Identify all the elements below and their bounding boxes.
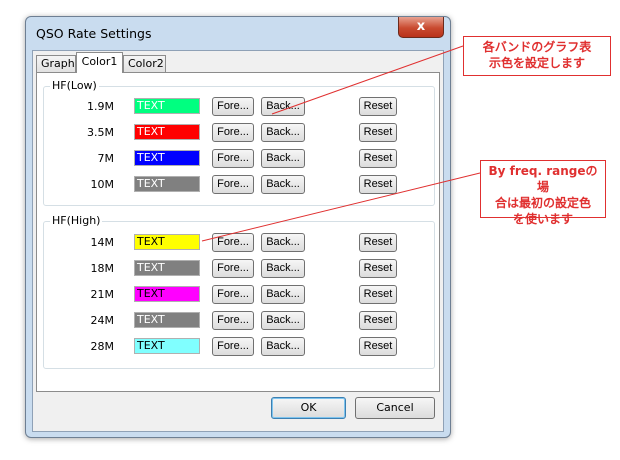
callout-freq-range-line1: By freq. rangeの場	[488, 164, 598, 194]
callout-band-colors-line2: 示色を設定します	[488, 56, 585, 70]
callout-freq-range: By freq. rangeの場 合は最初の設定色 を使います	[480, 160, 606, 226]
callout-freq-range-line3: を使います	[512, 212, 573, 226]
tab-color1[interactable]: Color1	[76, 52, 123, 73]
callout-line-top	[271, 45, 464, 115]
callout-line-bottom	[201, 172, 481, 242]
callout-band-colors: 各バンドのグラフ表 示色を設定します	[463, 36, 611, 76]
tab-color1-label: Color1	[81, 55, 118, 68]
callout-band-colors-line1: 各バンドのグラフ表	[482, 40, 592, 54]
callout-freq-range-line2: 合は最初の設定色	[494, 196, 591, 210]
